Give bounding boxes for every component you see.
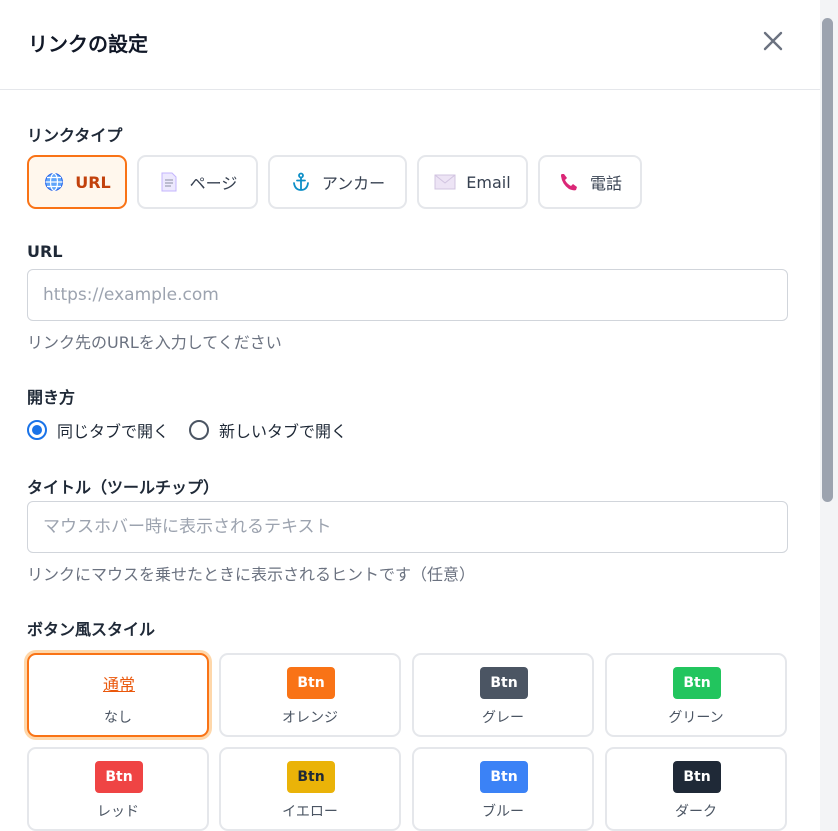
style-name: イエロー xyxy=(282,804,338,820)
link-type-url-label: URL xyxy=(75,172,111,192)
style-name: オレンジ xyxy=(282,710,338,726)
link-type-anchor-button[interactable]: アンカー xyxy=(268,155,407,209)
phone-icon xyxy=(558,171,580,193)
title-input[interactable] xyxy=(27,501,788,553)
dialog-title: リンクの設定 xyxy=(28,32,148,56)
url-hint: リンク先のURLを入力してください xyxy=(27,333,282,352)
style-preview: Btn xyxy=(480,761,528,793)
style-name: なし xyxy=(104,710,132,726)
link-type-email-button[interactable]: Email xyxy=(417,155,528,209)
dialog-header: リンクの設定 xyxy=(0,0,820,90)
close-icon xyxy=(763,31,783,51)
link-type-anchor-label: アンカー xyxy=(321,174,386,193)
link-type-label: リンクタイプ xyxy=(27,126,123,145)
url-field-label: URL xyxy=(27,242,63,261)
style-card-gray[interactable]: Btn グレー xyxy=(412,653,594,737)
style-name: レッド xyxy=(97,804,139,820)
new-tab-label[interactable]: 新しいタブで開く xyxy=(219,418,347,442)
style-card-orange[interactable]: Btn オレンジ xyxy=(219,653,401,737)
page-icon xyxy=(158,171,180,193)
style-card-none[interactable]: 通常 なし xyxy=(27,653,209,737)
style-preview: Btn xyxy=(287,667,335,699)
new-tab-radio[interactable] xyxy=(189,420,210,440)
link-type-page-button[interactable]: ページ xyxy=(137,155,258,209)
url-input[interactable] xyxy=(27,269,788,321)
open-method-label: 開き方 xyxy=(27,388,76,407)
title-hint: リンクにマウスを乗せたときに表示されるヒントです（任意） xyxy=(27,565,476,584)
link-type-url-button[interactable]: URL xyxy=(27,155,127,209)
title-field-label: タイトル（ツールチップ） xyxy=(27,478,220,497)
link-type-email-label: Email xyxy=(466,172,511,192)
close-button[interactable] xyxy=(760,28,786,54)
style-name: グレー xyxy=(482,710,524,726)
globe-icon xyxy=(43,171,65,193)
envelope-icon xyxy=(434,171,456,193)
style-card-yellow[interactable]: Btn イエロー xyxy=(219,747,401,831)
style-card-red[interactable]: Btn レッド xyxy=(27,747,209,831)
anchor-icon xyxy=(290,171,312,193)
style-preview: Btn xyxy=(673,761,721,793)
style-name: グリーン xyxy=(668,710,724,726)
style-preview: Btn xyxy=(480,667,528,699)
button-style-label: ボタン風スタイル xyxy=(27,620,156,639)
style-card-blue[interactable]: Btn ブルー xyxy=(412,747,594,831)
style-preview: 通常 xyxy=(102,675,135,694)
link-type-page-label: ページ xyxy=(189,174,238,193)
style-name: ブルー xyxy=(482,804,524,820)
style-name: ダーク xyxy=(675,804,717,820)
style-preview: Btn xyxy=(95,761,143,793)
style-card-dark[interactable]: Btn ダーク xyxy=(605,747,787,831)
scrollbar-thumb[interactable] xyxy=(822,18,833,502)
same-tab-label[interactable]: 同じタブで開く xyxy=(57,418,169,442)
style-preview: Btn xyxy=(287,761,335,793)
style-card-green[interactable]: Btn グリーン xyxy=(605,653,787,737)
link-type-phone-button[interactable]: 電話 xyxy=(538,155,642,209)
style-preview: Btn xyxy=(673,667,721,699)
link-type-phone-label: 電話 xyxy=(589,174,622,193)
same-tab-radio[interactable] xyxy=(27,420,47,440)
open-method-radio-group: 同じタブで開く 新しいタブで開く xyxy=(27,418,367,442)
